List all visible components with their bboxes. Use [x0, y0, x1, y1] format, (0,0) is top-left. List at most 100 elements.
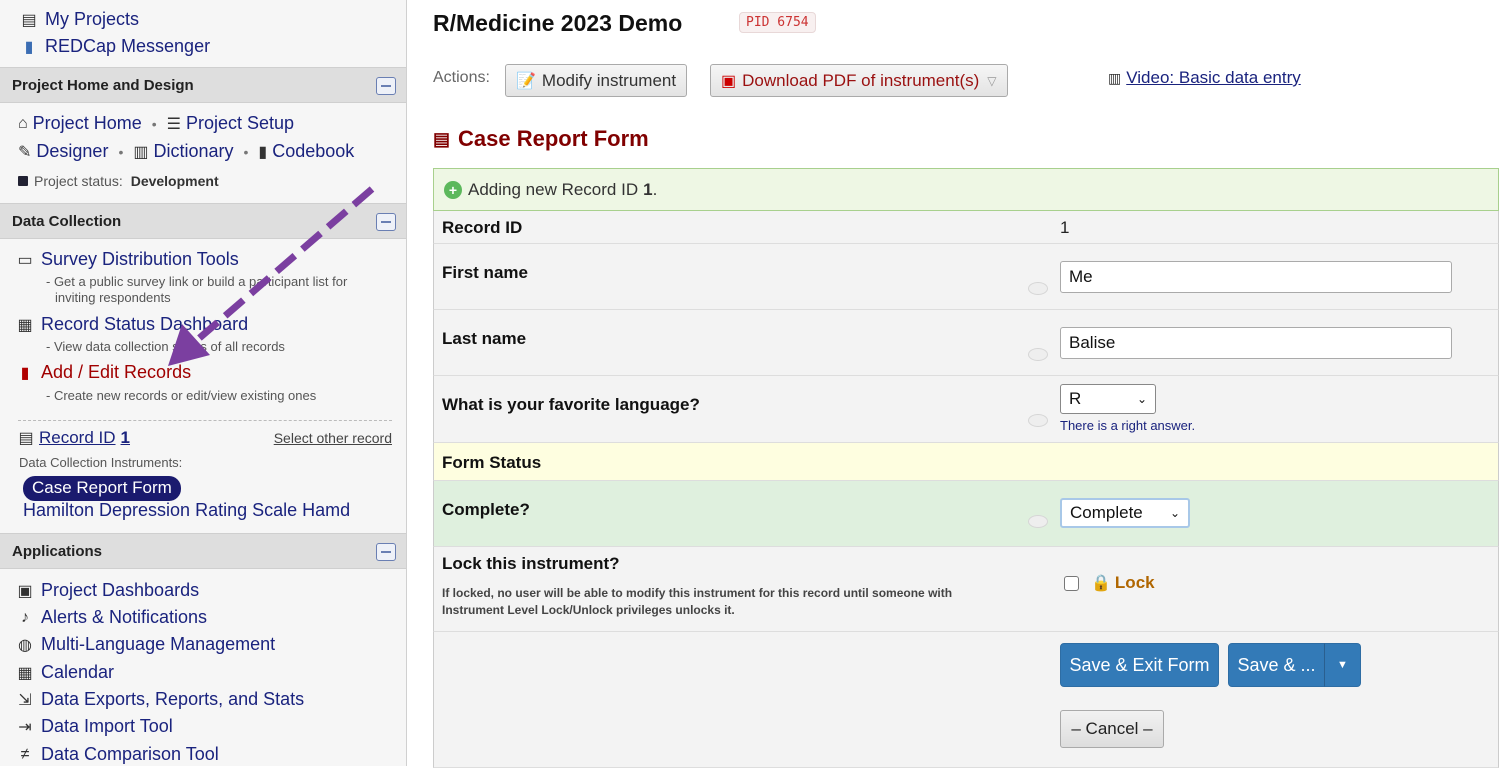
comment-bubble-icon[interactable] — [1028, 282, 1048, 295]
status-square-icon — [18, 176, 28, 186]
app-data-comparison[interactable]: ≠ Data Comparison Tool — [14, 744, 219, 765]
chevron-down-icon: ▽ — [987, 73, 997, 88]
collapse-icon[interactable] — [376, 213, 396, 231]
dictionary-link[interactable]: ▥ Dictionary — [133, 141, 233, 162]
data-entry-form: + Adding new Record ID 1 . Record ID 1 F… — [433, 168, 1499, 768]
dashboard-icon: ▣ — [17, 582, 33, 600]
field-row-favorite-language: What is your favorite language? R ⌄ Ther… — [433, 376, 1499, 443]
app-multi-language[interactable]: ◍ Multi-Language Management — [14, 634, 275, 655]
survey-distribution-tools-link[interactable]: ▭ Survey Distribution Tools — [14, 249, 238, 270]
globe-icon: ◍ — [18, 636, 32, 654]
add-edit-desc: - Create new records or edit/view existi… — [46, 388, 317, 403]
field-row-record-id: Record ID 1 — [433, 211, 1499, 244]
instruments-label: Data Collection Instruments: — [19, 455, 183, 470]
table-icon: ▤ — [18, 430, 34, 447]
app-data-import[interactable]: ⇥ Data Import Tool — [14, 716, 172, 737]
adding-record-banner: + Adding new Record ID 1 . — [433, 168, 1499, 211]
video-basic-data-entry-link[interactable]: ▥ Video: Basic data entry — [1108, 68, 1301, 88]
film-icon: ▥ — [1108, 69, 1122, 86]
field-row-lock: Lock this instrument? If locked, no user… — [433, 547, 1499, 632]
save-exit-button[interactable]: Save & Exit Form — [1060, 643, 1219, 687]
plus-circle-icon: + — [444, 180, 462, 199]
field-row-complete: Complete? Complete ⌄ — [433, 481, 1499, 547]
pid-badge: PID 6754 — [739, 12, 816, 33]
pdf-icon: ▣ — [721, 72, 737, 90]
divider — [18, 420, 392, 421]
record-id-link[interactable]: ▤ Record ID 1 — [18, 428, 130, 448]
project-home-link[interactable]: ⌂ Project Home — [18, 113, 142, 134]
collapse-icon[interactable] — [376, 77, 396, 95]
redcap-messenger-link[interactable]: ▮ REDCap Messenger — [18, 36, 210, 57]
separator-dot: • — [118, 143, 124, 160]
app-alerts-notifications[interactable]: ♪ Alerts & Notifications — [14, 607, 207, 628]
chevron-down-icon: ⌄ — [1169, 506, 1180, 520]
select-other-record-link[interactable]: Select other record — [274, 430, 392, 446]
form-title: ▤ Case Report Form — [433, 126, 649, 151]
last-name-input[interactable] — [1060, 327, 1452, 359]
excel-icon: ▥ — [133, 143, 149, 161]
form-status-header: Form Status — [433, 443, 1499, 481]
home-icon: ⌂ — [18, 114, 28, 132]
field-row-last-name: Last name — [433, 310, 1499, 376]
section-header-applications: Applications — [0, 533, 406, 569]
separator-dot: • — [151, 115, 157, 132]
separator-dot: • — [243, 143, 249, 160]
app-project-dashboards[interactable]: ▣ Project Dashboards — [14, 580, 199, 601]
design-nav-row: ✎ Designer • ▥ Dictionary • ▮ Codebook — [18, 141, 354, 162]
save-more-button[interactable]: Save & ... — [1228, 643, 1325, 687]
modify-instrument-button[interactable]: 📝 Modify instrument — [505, 64, 688, 97]
export-icon: ⇲ — [18, 691, 32, 709]
app-calendar[interactable]: ▦ Calendar — [14, 662, 114, 683]
chat-icon: ▮ — [24, 38, 34, 56]
project-home-nav-row: ⌂ Project Home • ☰ Project Setup — [18, 113, 294, 134]
project-status: Project status: Development — [18, 173, 219, 189]
save-options-dropdown[interactable]: ▼ — [1324, 643, 1361, 687]
add-edit-records-link[interactable]: ▮ Add / Edit Records — [14, 362, 191, 383]
book-icon: ▮ — [258, 143, 268, 161]
language-hint: There is a right answer. — [1060, 418, 1196, 433]
chevron-down-icon: ⌄ — [1136, 392, 1147, 406]
instrument-hamd[interactable]: Hamilton Depression Rating Scale Hamd — [23, 500, 350, 521]
compare-icon: ≠ — [20, 745, 30, 763]
grid-icon: ▦ — [17, 316, 33, 334]
designer-link[interactable]: ✎ Designer — [18, 141, 108, 162]
record-status-desc: - View data collection status of all rec… — [46, 339, 285, 354]
app-data-exports[interactable]: ⇲ Data Exports, Reports, and Stats — [14, 689, 304, 710]
comment-bubble-icon[interactable] — [1028, 348, 1048, 361]
lock-icon: 🔒 — [1091, 575, 1111, 592]
collapse-icon[interactable] — [376, 543, 396, 561]
form-actions-row: Save & Exit Form Save & ... ▼ – Cancel – — [433, 632, 1499, 768]
cancel-button[interactable]: – Cancel – — [1060, 710, 1164, 748]
import-icon: ⇥ — [18, 718, 32, 736]
bell-icon: ♪ — [21, 608, 29, 626]
edit-icon: ✎ — [18, 143, 32, 161]
form-icon: ▤ — [433, 128, 451, 149]
caret-down-icon: ▼ — [1337, 659, 1348, 671]
page-title: R/Medicine 2023 Demo — [433, 10, 683, 36]
survey-tools-desc: - Get a public survey link or build a pa… — [46, 274, 348, 305]
list-icon: ▤ — [21, 11, 37, 29]
calendar-icon: ▦ — [17, 664, 33, 682]
comment-bubble-icon[interactable] — [1028, 515, 1048, 528]
instrument-case-report-form[interactable]: Case Report Form — [23, 476, 181, 501]
actions-label: Actions: — [433, 69, 490, 86]
lock-checkbox[interactable] — [1064, 575, 1079, 591]
file-icon: ▮ — [20, 364, 30, 382]
form-edit-icon: 📝 — [516, 72, 536, 90]
my-projects-link[interactable]: ▤ My Projects — [18, 9, 139, 30]
codebook-link[interactable]: ▮ Codebook — [258, 141, 354, 162]
lock-description: If locked, no user will be able to modif… — [442, 586, 953, 617]
project-setup-link[interactable]: ☰ Project Setup — [167, 113, 294, 134]
sidebar: ▤ My Projects ▮ REDCap Messenger Project… — [0, 0, 407, 766]
section-header-data-collection: Data Collection — [0, 203, 406, 239]
section-header-project-home: Project Home and Design — [0, 67, 406, 103]
checklist-icon: ☰ — [166, 115, 181, 133]
comment-bubble-icon[interactable] — [1028, 414, 1048, 427]
first-name-input[interactable] — [1060, 261, 1452, 293]
main-content: R/Medicine 2023 Demo PID 6754 Actions: 📝… — [408, 0, 1502, 768]
complete-status-select[interactable]: Complete ⌄ — [1060, 498, 1190, 528]
survey-icon: ▭ — [17, 251, 33, 269]
download-pdf-button[interactable]: ▣ Download PDF of instrument(s) ▽ — [710, 64, 1008, 97]
language-select[interactable]: R ⌄ — [1060, 384, 1156, 414]
record-status-dashboard-link[interactable]: ▦ Record Status Dashboard — [14, 314, 248, 335]
